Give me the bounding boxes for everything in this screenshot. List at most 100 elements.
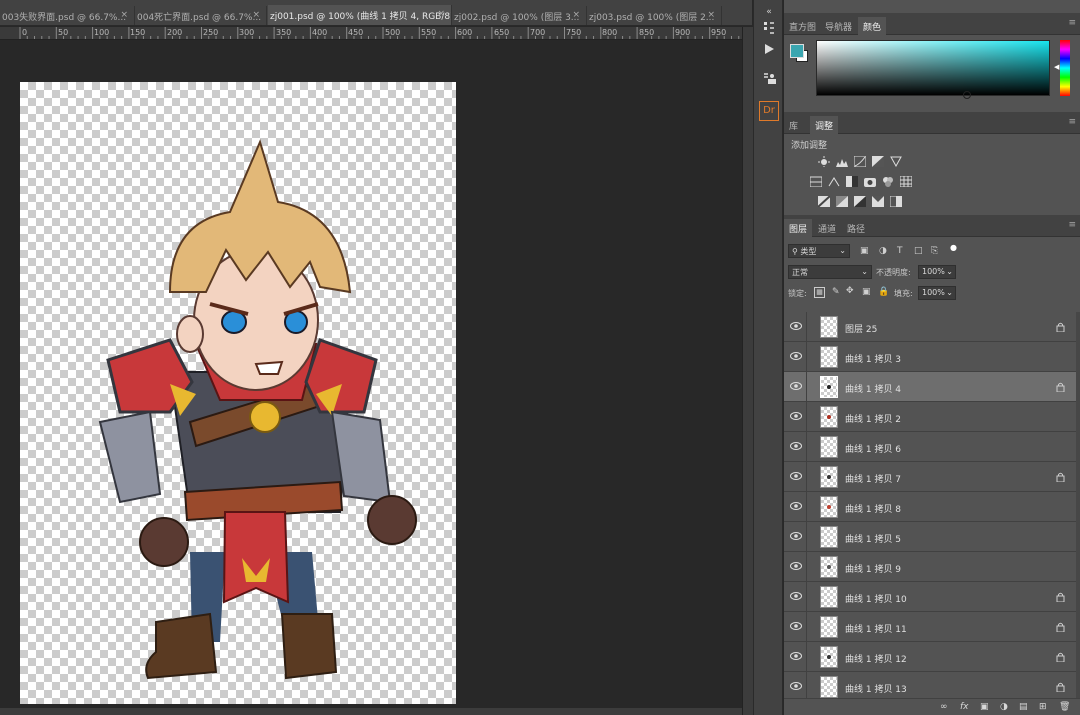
curves-icon[interactable] [854,156,866,167]
layer-thumbnail[interactable] [820,346,838,368]
lock-pixels-icon[interactable]: ✎ [832,287,840,297]
color-picker-cursor[interactable] [963,91,971,99]
visibility-eye-icon[interactable] [790,351,802,361]
close-icon[interactable]: × [707,10,715,20]
fx-icon[interactable]: fx [960,702,969,712]
visibility-eye-icon[interactable] [790,621,802,631]
delete-layer-icon[interactable]: 🗑 [1059,702,1070,712]
exposure-icon[interactable] [872,156,884,167]
visibility-eye-icon[interactable] [790,591,802,601]
close-icon[interactable]: × [572,10,580,20]
layer-row[interactable]: 曲线 1 拷贝 7 [784,462,1076,492]
filter-smart-object-icon[interactable]: ⎘ [931,246,938,256]
visibility-eye-icon[interactable] [790,321,802,331]
layer-name[interactable]: 曲线 1 拷贝 3 [845,352,901,365]
fill-input[interactable]: 100% ⌄ [918,286,956,300]
hue-saturation-icon[interactable] [810,176,822,187]
layer-thumbnail[interactable] [820,586,838,608]
dr-plugin-icon[interactable]: Dr [759,101,779,121]
lock-all-icon[interactable]: 🔒 [878,287,889,297]
lock-artboard-icon[interactable]: ▣ [862,287,871,297]
posterize-icon[interactable] [836,196,848,207]
tab-layers[interactable]: 图层 [784,219,813,237]
new-group-icon[interactable]: ▤ [1019,702,1028,712]
layer-row[interactable]: 曲线 1 拷贝 6 [784,432,1076,462]
add-mask-icon[interactable]: ▣ [980,702,989,712]
opacity-input[interactable]: 100% ⌄ [918,265,956,279]
vibrance-icon[interactable] [890,156,902,167]
visibility-eye-icon[interactable] [790,651,802,661]
canvas-area[interactable] [0,41,742,715]
tab-libraries[interactable]: 库 [784,116,803,134]
invert-icon[interactable] [818,196,830,207]
layer-name[interactable]: 曲线 1 拷贝 8 [845,502,901,515]
foreground-color-swatch[interactable] [790,44,804,58]
layer-thumbnail[interactable] [820,496,838,518]
tab-paths[interactable]: 路径 [842,219,870,237]
visibility-eye-icon[interactable] [790,681,802,691]
visibility-eye-icon[interactable] [790,531,802,541]
color-lookup-icon[interactable] [900,176,912,187]
filter-type-icon[interactable]: T [897,246,903,256]
horizontal-ruler[interactable]: 0 50 100 150 200 250 300 350 400 450 500… [0,27,742,40]
blend-mode-select[interactable]: 正常 ⌄ [788,265,872,279]
doc-tab-zj002[interactable]: zj002.psd @ 100% (图层 3... × [452,6,587,25]
hue-slider[interactable] [1060,40,1070,96]
layer-thumbnail[interactable] [820,676,838,698]
threshold-icon[interactable] [854,196,866,207]
tab-navigator[interactable]: 导航器 [820,17,857,35]
layer-thumbnail[interactable] [820,376,838,398]
doc-tab-004[interactable]: 004死亡界面.psd @ 66.7%... × [135,6,267,25]
tab-channels[interactable]: 通道 [813,219,841,237]
layer-name[interactable]: 曲线 1 拷贝 11 [845,622,907,635]
horizontal-scrollbar[interactable] [0,708,742,715]
layer-filter-select[interactable]: ⚲ 类型 ⌄ [788,244,850,258]
collapse-dock-button[interactable]: « [759,2,779,22]
filter-shape-icon[interactable]: □ [914,246,923,256]
visibility-eye-icon[interactable] [790,411,802,421]
levels-icon[interactable] [836,156,848,167]
layer-thumbnail[interactable] [820,616,838,638]
black-white-icon[interactable] [846,176,858,187]
doc-tab-zj003[interactable]: zj003.psd @ 100% (图层 2... × [587,6,722,25]
layer-name[interactable]: 曲线 1 拷贝 4 [845,382,901,395]
doc-tab-003[interactable]: 003失败界面.psd @ 66.7%... × [0,6,135,25]
visibility-eye-icon[interactable] [790,381,802,391]
layer-thumbnail[interactable] [820,526,838,548]
layer-row[interactable]: 曲线 1 拷贝 12 [784,642,1076,672]
layer-thumbnail[interactable] [820,436,838,458]
close-icon[interactable]: × [120,10,128,20]
layer-row[interactable]: 曲线 1 拷贝 10 [784,582,1076,612]
layer-name[interactable]: 曲线 1 拷贝 12 [845,652,907,665]
layer-name[interactable]: 曲线 1 拷贝 2 [845,412,901,425]
tab-color[interactable]: 颜色 [858,17,887,35]
channel-mixer-icon[interactable] [882,176,894,187]
filter-toggle-icon[interactable]: ● [950,243,957,252]
link-layers-icon[interactable]: ∞ [940,702,948,712]
layer-name[interactable]: 曲线 1 拷贝 6 [845,442,901,455]
layer-row[interactable]: 曲线 1 拷贝 13 [784,672,1076,698]
color-picker-field[interactable] [816,40,1050,99]
new-adjustment-icon[interactable]: ◑ [1000,702,1008,712]
vertical-scrollbar[interactable] [742,27,753,715]
lock-transparency-icon[interactable]: ▦ [814,287,825,298]
filter-pixel-icon[interactable]: ▣ [860,246,869,256]
layer-thumbnail[interactable] [820,466,838,488]
layer-thumbnail[interactable] [820,406,838,428]
layers-scrollbar[interactable] [1076,312,1080,698]
panel-menu-icon[interactable]: ≡ [1068,220,1076,230]
layer-name[interactable]: 曲线 1 拷贝 5 [845,532,901,545]
layer-row[interactable]: 曲线 1 拷贝 3 [784,342,1076,372]
layer-thumbnail[interactable] [820,316,838,338]
tab-histogram[interactable]: 直方图 [784,17,821,35]
doc-tab-zj001[interactable]: zj001.psd @ 100% (曲线 1 拷贝 4, RGB/8) × [268,5,452,25]
visibility-eye-icon[interactable] [790,441,802,451]
layer-row[interactable]: 曲线 1 拷贝 11 [784,612,1076,642]
visibility-eye-icon[interactable] [790,471,802,481]
tab-adjustments[interactable]: 调整 [810,116,839,134]
panel-menu-icon[interactable]: ≡ [1068,18,1076,28]
layer-row[interactable]: 曲线 1 拷贝 2 [784,402,1076,432]
layer-name[interactable]: 曲线 1 拷贝 10 [845,592,907,605]
visibility-eye-icon[interactable] [790,501,802,511]
layer-name[interactable]: 曲线 1 拷贝 13 [845,682,907,695]
